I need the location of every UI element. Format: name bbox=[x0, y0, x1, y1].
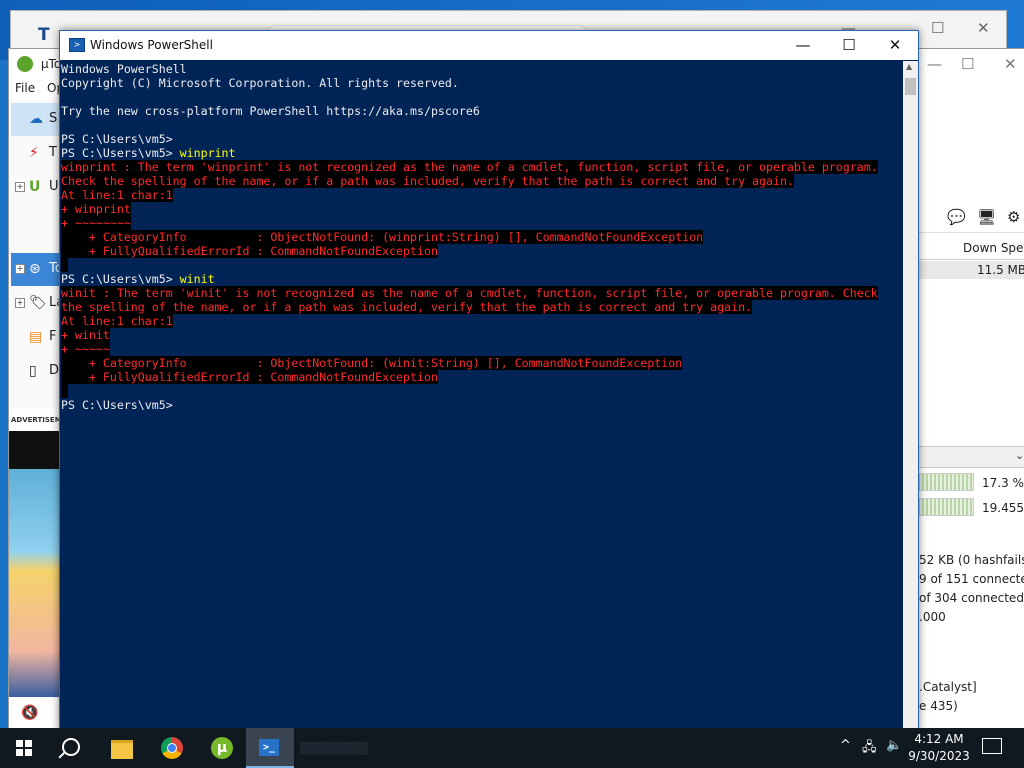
clock-time: 4:12 AM bbox=[914, 732, 964, 746]
mute-icon[interactable]: 🔇 bbox=[21, 705, 38, 721]
console-line: the spelling of the name, or if a path w… bbox=[61, 300, 753, 314]
utorrent-icon: µ bbox=[211, 737, 233, 759]
scroll-up-icon[interactable]: ▲ bbox=[906, 62, 912, 71]
sidebar-item-speed[interactable]: ☁ S bbox=[11, 103, 61, 136]
console-line: + ~~~~~ bbox=[61, 342, 110, 356]
sidebar-item-devices[interactable]: ▯ D bbox=[11, 355, 61, 388]
console-output[interactable]: Windows PowerShell Copyright (C) Microsof… bbox=[60, 61, 903, 731]
utorrent-main-panel: 💬 🖥 ⚙ Down Speed 11.5 MB/ ⌄ 17.3 % 19.45… bbox=[917, 49, 1024, 729]
sidebar-item-feeds[interactable]: ▤ F bbox=[11, 321, 61, 354]
maximize-icon[interactable]: ☐ bbox=[931, 19, 944, 37]
remote-icon[interactable]: 🖥 bbox=[977, 208, 996, 226]
console-line: Try the new cross-platform PowerShell ht… bbox=[61, 104, 480, 118]
maximize-button[interactable]: ☐ bbox=[826, 31, 872, 60]
taskbar-powershell[interactable]: >_ bbox=[246, 728, 294, 768]
utorrent-sidebar: ☁ S ⚡ T + U U + ⊛ To + 🏷 La ▤ F ▯ D bbox=[9, 99, 64, 409]
console-line: + ~~~~~~~~ bbox=[61, 216, 131, 230]
minimize-button[interactable]: — bbox=[780, 31, 826, 60]
show-hidden-icons-icon[interactable]: ^ bbox=[840, 738, 851, 753]
search-icon bbox=[62, 738, 80, 756]
app-logo-icon: T bbox=[38, 25, 50, 45]
sidebar-item-torrents-all[interactable]: + ⊛ To bbox=[11, 253, 63, 286]
close-icon[interactable]: ✕ bbox=[977, 19, 990, 37]
console-line: + winprint bbox=[61, 202, 131, 216]
window-title: Windows PowerShell bbox=[90, 38, 213, 52]
console-line: winprint : The term 'winprint' is not re… bbox=[61, 160, 878, 174]
powershell-window: > Windows PowerShell — ☐ ✕ Windows Power… bbox=[59, 30, 919, 732]
console-line: PS C:\Users\vm5> bbox=[61, 398, 173, 412]
console-line bbox=[61, 384, 68, 398]
chat-icon[interactable]: 💬 bbox=[947, 208, 966, 226]
tag-icon: 🏷 bbox=[29, 295, 47, 311]
taskbar-search-button[interactable] bbox=[48, 728, 96, 768]
notification-center-icon[interactable] bbox=[982, 738, 1002, 754]
console-line: + FullyQualifiedErrorId : CommandNotFoun… bbox=[61, 370, 438, 384]
info-seeds: 9 of 151 connected bbox=[919, 572, 1024, 586]
progress-graph bbox=[917, 498, 974, 516]
powershell-icon: >_ bbox=[259, 739, 279, 756]
column-header-down-speed[interactable]: Down Speed bbox=[917, 237, 1024, 260]
console-command: winit bbox=[179, 272, 215, 286]
info-peers: of 304 connected bbox=[919, 591, 1024, 605]
lightning-icon: ⚡ bbox=[29, 145, 39, 161]
chevron-down-icon[interactable]: ⌄ bbox=[1015, 449, 1024, 462]
info-pieces: e 435) bbox=[919, 699, 958, 713]
torrents-icon: ⊛ bbox=[29, 261, 41, 277]
console-line: PS C:\Users\vm5> winit bbox=[61, 272, 215, 286]
info-tracker: .Catalyst] bbox=[919, 680, 977, 694]
ratio-value: 19.455 bbox=[982, 501, 1024, 515]
close-button[interactable]: ✕ bbox=[872, 31, 918, 60]
panel-splitter[interactable]: ⌄ bbox=[917, 446, 1024, 468]
advertisement-banner[interactable] bbox=[9, 431, 61, 697]
taskbar-utorrent[interactable]: µ bbox=[198, 728, 246, 768]
utorrent-toolbar: 💬 🖥 ⚙ bbox=[917, 204, 1024, 233]
console-line: + FullyQualifiedErrorId : CommandNotFoun… bbox=[61, 244, 438, 258]
vertical-scrollbar[interactable]: ▲ bbox=[903, 61, 918, 731]
scrollbar-thumb[interactable] bbox=[905, 78, 916, 95]
windows-logo-icon bbox=[16, 740, 32, 756]
network-icon[interactable]: 🖧 bbox=[862, 738, 877, 760]
gear-icon[interactable]: ⚙ bbox=[1007, 208, 1020, 226]
utorrent-icon bbox=[17, 56, 33, 72]
console-line: Check the spelling of the name, or if a … bbox=[61, 174, 794, 188]
progress-graph bbox=[917, 473, 974, 491]
console-line: Windows PowerShell bbox=[61, 62, 187, 76]
console-line: Copyright (C) Microsoft Corporation. All… bbox=[61, 76, 459, 90]
console-line: winit : The term 'winit' is not recogniz… bbox=[61, 286, 878, 300]
availability-value: 17.3 % bbox=[982, 476, 1024, 490]
taskbar-chrome[interactable] bbox=[148, 728, 196, 768]
chrome-icon bbox=[161, 737, 183, 759]
console-line: At line:1 char:1 bbox=[61, 188, 173, 202]
sidebar-item-updates[interactable]: + U U bbox=[11, 171, 61, 204]
sidebar-item-labels[interactable]: + 🏷 La bbox=[11, 287, 64, 320]
menu-file[interactable]: File bbox=[15, 81, 35, 95]
powershell-titlebar[interactable]: > Windows PowerShell — ☐ ✕ bbox=[60, 31, 918, 60]
clock-date: 9/30/2023 bbox=[908, 749, 970, 763]
console-line bbox=[61, 258, 68, 272]
taskbar: µ >_ ▒▒▒▒▒▒▒▒ ^ 🖧 🔈 4:12 AM 9/30/2023 bbox=[0, 728, 1024, 768]
device-icon: ▯ bbox=[29, 363, 37, 379]
rss-icon: ▤ bbox=[29, 329, 43, 345]
start-button[interactable] bbox=[0, 728, 48, 768]
speed-icon: ☁ bbox=[29, 111, 43, 127]
console-line: At line:1 char:1 bbox=[61, 314, 173, 328]
powershell-icon: > bbox=[69, 38, 85, 52]
console-line: PS C:\Users\vm5> bbox=[61, 132, 173, 146]
system-clock[interactable]: 4:12 AM 9/30/2023 bbox=[908, 731, 970, 765]
info-ratio: .000 bbox=[919, 610, 946, 624]
console-line: + winit bbox=[61, 328, 110, 342]
sidebar-item-torrents[interactable]: ⚡ T bbox=[11, 137, 61, 170]
utorrent-icon: U bbox=[29, 179, 41, 195]
console-line: + CategoryInfo : ObjectNotFound: (winpri… bbox=[61, 230, 704, 244]
taskbar-file-explorer[interactable] bbox=[98, 728, 146, 768]
console-line: PS C:\Users\vm5> winprint bbox=[61, 146, 236, 160]
folder-icon bbox=[111, 740, 133, 759]
info-wasted: 52 KB (0 hashfails) bbox=[919, 553, 1024, 567]
console-line: + CategoryInfo : ObjectNotFound: (winit:… bbox=[61, 356, 683, 370]
table-row[interactable]: 11.5 MB/ bbox=[917, 261, 1024, 279]
console-command: winprint bbox=[179, 146, 236, 160]
volume-icon[interactable]: 🔈 bbox=[886, 738, 902, 753]
